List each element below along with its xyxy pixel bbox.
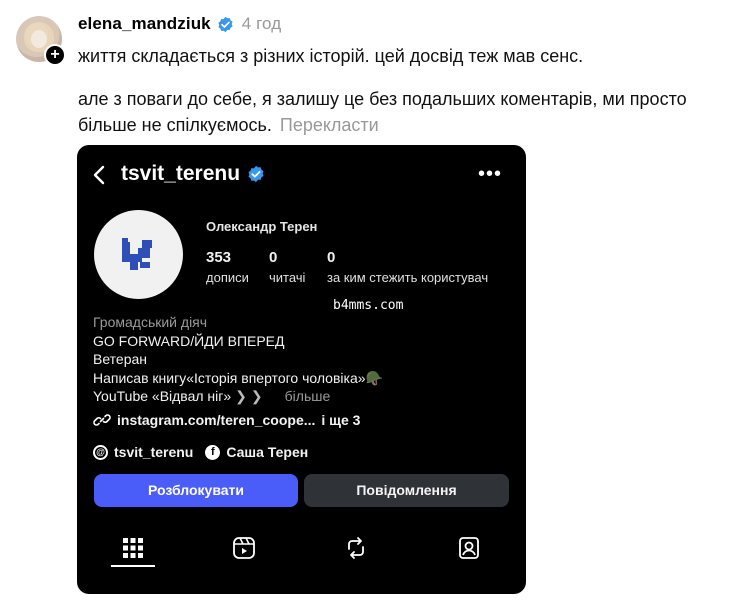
profile-logo-icon <box>122 238 152 270</box>
tab-tagged[interactable] <box>449 528 489 568</box>
follow-plus-icon[interactable]: + <box>44 44 66 66</box>
message-button[interactable]: Повідомлення <box>304 474 509 507</box>
bio-line-4-row: YouTube «Відвал ніг» ❯❯ більше <box>93 387 383 406</box>
profile-link-row[interactable]: instagram.com/teren_coope... і ще 3 <box>93 411 360 429</box>
stat-following-count: 0 <box>327 249 336 266</box>
chevrons-icon: ❯❯ <box>235 388 267 404</box>
stat-posts[interactable]: 353 дописи <box>206 249 249 285</box>
profile-screenshot: tsvit_terenu ••• Олександр Терен 353 доп… <box>77 145 526 594</box>
watermark: b4mms.com <box>333 298 404 313</box>
verified-badge-icon <box>248 165 264 183</box>
comment-line-2-text: але з поваги до себе, я залишу це без по… <box>78 89 687 135</box>
bio-line-1: GO FORWARD/ЙДИ ВПЕРЕД <box>93 332 285 349</box>
stat-followers-label: читачі <box>269 270 306 285</box>
comment-username[interactable]: elena_mandziuk <box>78 14 211 34</box>
facebook-icon: f <box>205 444 221 460</box>
tab-reels[interactable] <box>224 528 264 568</box>
unblock-button[interactable]: Розблокувати <box>94 474 298 507</box>
profile-link[interactable]: instagram.com/teren_coope... <box>117 412 315 428</box>
bio-line-4: YouTube «Відвал ніг» <box>93 388 232 404</box>
tab-reposts[interactable] <box>336 528 376 568</box>
threads-icon: @ <box>93 444 108 460</box>
link-icon <box>93 414 111 426</box>
tab-grid[interactable] <box>113 528 153 568</box>
stat-followers-count: 0 <box>269 249 278 266</box>
reels-icon <box>233 537 255 559</box>
threads-link[interactable]: @ tsvit_terenu <box>93 444 193 460</box>
profile-picture[interactable] <box>94 210 183 299</box>
bio-line-3: Написав книгу«Історія впертого чоловіка»… <box>93 369 383 386</box>
facebook-link[interactable]: f Саша Терен <box>205 444 308 460</box>
bio-category: Громадський діяч <box>93 314 208 330</box>
profile-handle: tsvit_terenu <box>121 162 241 185</box>
social-links: @ tsvit_terenu f Саша Терен <box>93 444 320 460</box>
profile-handle-row: tsvit_terenu <box>121 162 265 186</box>
bio-more-link[interactable]: більше <box>285 388 331 404</box>
more-options-icon[interactable]: ••• <box>478 164 502 184</box>
facebook-name: Саша Терен <box>226 444 309 460</box>
profile-tabs <box>77 528 526 568</box>
stat-posts-count: 353 <box>206 249 232 266</box>
stat-followers[interactable]: 0 читачі <box>269 249 305 285</box>
stat-following-label: за ким стежить користувач <box>327 270 489 285</box>
threads-handle: tsvit_terenu <box>114 444 194 460</box>
avatar-face <box>31 30 47 48</box>
comment-time: 4 год <box>241 14 282 33</box>
link-more[interactable]: і ще 3 <box>321 412 360 428</box>
back-arrow-icon[interactable] <box>92 165 106 185</box>
stat-following[interactable]: 0 за ким стежить користувач <box>327 249 488 285</box>
profile-full-name: Олександр Терен <box>206 219 318 234</box>
comment-line-2: але з поваги до себе, я залишу це без по… <box>78 86 718 138</box>
grid-icon <box>123 538 143 558</box>
profile-bio: Громадський діяч GO FORWARD/ЙДИ ВПЕРЕД В… <box>93 313 383 406</box>
tagged-icon <box>459 537 479 559</box>
stat-posts-label: дописи <box>206 270 249 285</box>
verified-badge-icon <box>218 16 233 32</box>
translate-link[interactable]: Перекласти <box>280 115 379 135</box>
repost-icon <box>348 537 364 559</box>
bio-line-2: Ветеран <box>93 351 148 367</box>
comment-header: elena_mandziuk 4 год <box>78 14 281 34</box>
active-tab-indicator <box>111 565 155 567</box>
comment-line-1: життя складається з різних історій. цей … <box>78 46 584 66</box>
